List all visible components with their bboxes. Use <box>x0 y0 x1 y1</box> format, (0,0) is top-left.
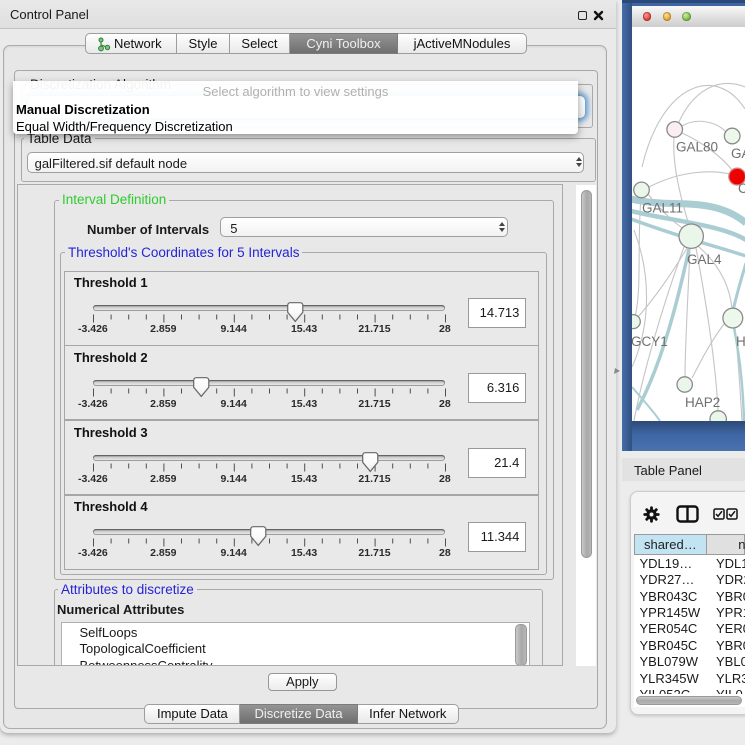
svg-text:GAL4: GAL4 <box>687 252 722 267</box>
svg-text:H: H <box>736 334 745 349</box>
svg-text:HAP2: HAP2 <box>685 395 720 410</box>
svg-text:C: C <box>738 181 745 196</box>
svg-text:GAL11: GAL11 <box>642 201 683 216</box>
svg-text:GAL80: GAL80 <box>676 140 718 155</box>
svg-text:GA: GA <box>731 146 745 161</box>
svg-text:GCY1: GCY1 <box>632 334 668 349</box>
